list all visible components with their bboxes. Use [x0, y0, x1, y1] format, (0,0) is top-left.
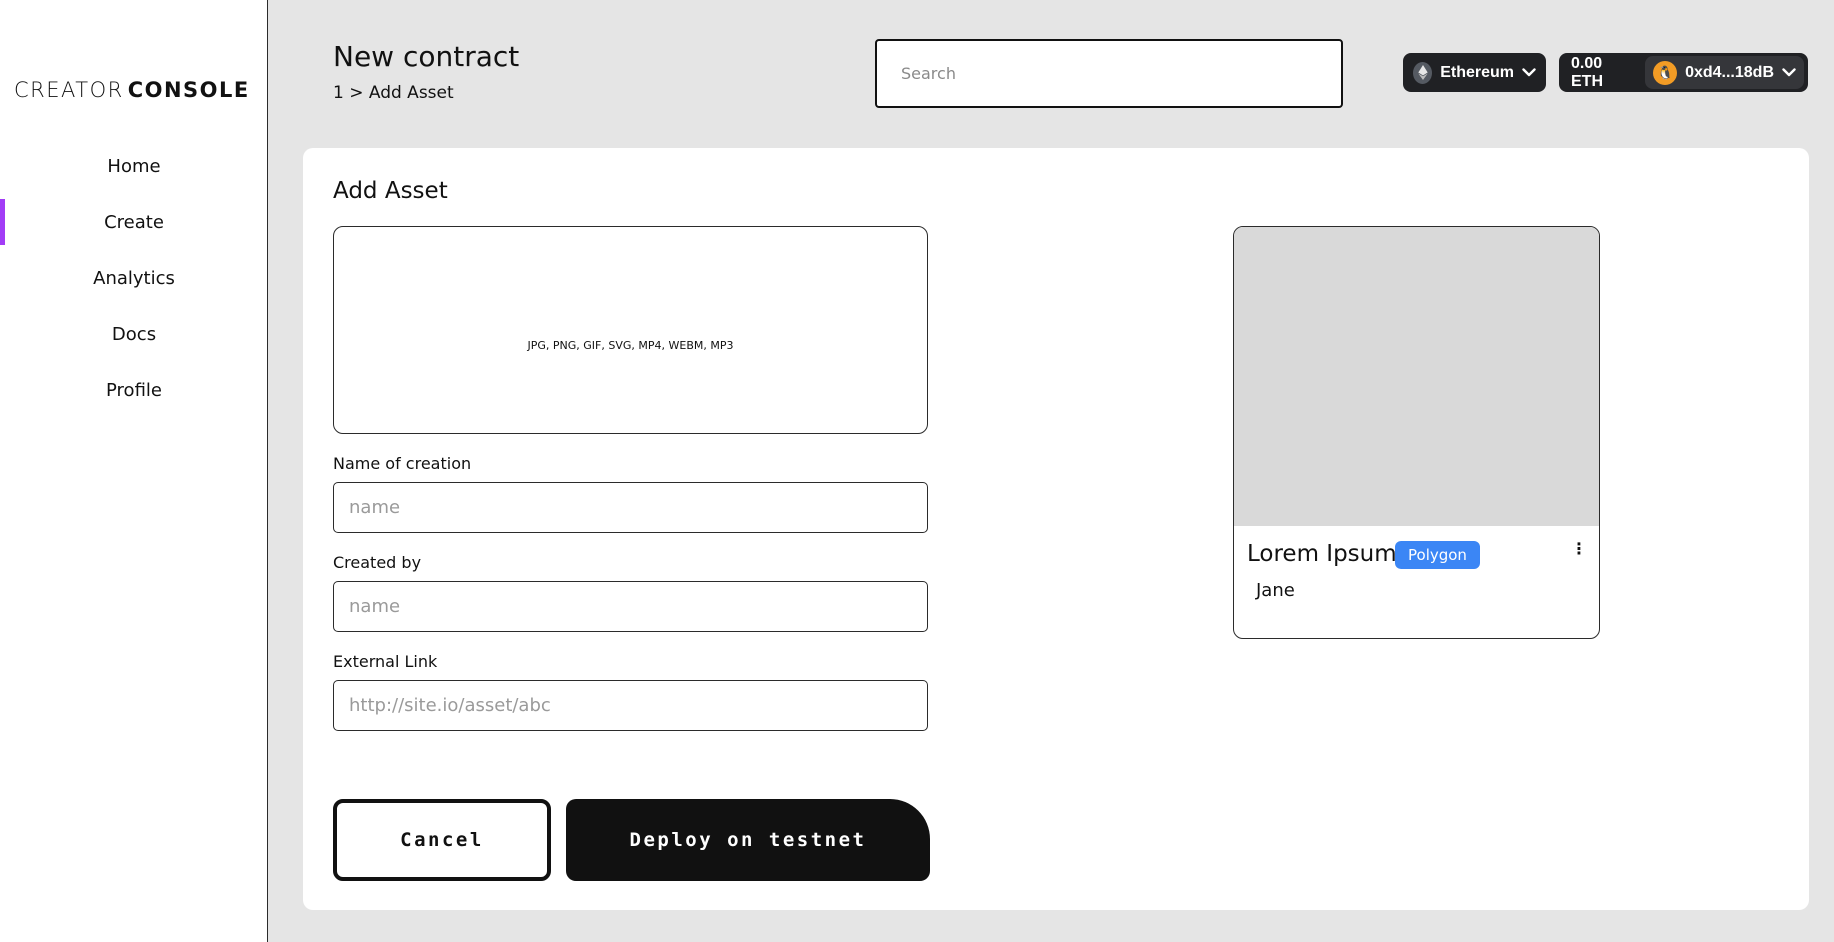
- wallet-chip[interactable]: 0.00 ETH 🐧 0xd4...18dB: [1559, 53, 1808, 92]
- sidebar-item-home[interactable]: Home: [0, 138, 268, 194]
- wallet-balance: 0.00 ETH: [1571, 54, 1603, 90]
- external-link-field: [333, 680, 928, 731]
- created-by-field: [333, 581, 928, 632]
- kebab-menu-icon[interactable]: ⋮: [1571, 539, 1587, 558]
- wallet-address: 0xd4...18dB: [1685, 63, 1774, 81]
- ethereum-icon: [1413, 61, 1433, 84]
- sidebar-nav: Home Create Analytics Docs Profile: [0, 138, 268, 418]
- preview-image-placeholder: [1234, 227, 1599, 526]
- preview-title: Lorem Ipsum: [1247, 541, 1397, 567]
- name-of-creation-label: Name of creation: [333, 454, 472, 473]
- logo-word-console: CONSOLE: [127, 78, 250, 102]
- logo[interactable]: CREATOR CONSOLE: [14, 78, 250, 102]
- asset-preview-card: Lorem Ipsum Polygon ⋮ Jane: [1233, 226, 1600, 639]
- cancel-button[interactable]: Cancel: [333, 799, 551, 881]
- network-selector[interactable]: Ethereum: [1403, 53, 1546, 92]
- logo-word-creator: CREATOR: [14, 78, 124, 102]
- main-card: Add Asset JPG, PNG, GIF, SVG, MP4, WEBM,…: [303, 148, 1809, 910]
- preview-creator: Jane: [1256, 580, 1295, 601]
- sidebar: CREATOR CONSOLE Home Create Analytics Doc…: [0, 0, 268, 942]
- external-link-label: External Link: [333, 652, 438, 671]
- sidebar-item-label: Analytics: [93, 267, 175, 289]
- file-dropzone[interactable]: JPG, PNG, GIF, SVG, MP4, WEBM, MP3: [333, 226, 928, 434]
- deploy-on-testnet-button[interactable]: Deploy on testnet: [566, 799, 930, 881]
- sidebar-item-create[interactable]: Create: [0, 194, 268, 250]
- external-link-input[interactable]: [334, 681, 927, 730]
- name-of-creation-field: [333, 482, 928, 533]
- sidebar-item-analytics[interactable]: Analytics: [0, 250, 268, 306]
- chevron-down-icon: [1522, 68, 1536, 77]
- dropzone-formats-text: JPG, PNG, GIF, SVG, MP4, WEBM, MP3: [527, 338, 734, 352]
- search-box: [875, 39, 1343, 108]
- chevron-down-icon: [1782, 68, 1796, 77]
- sidebar-item-label: Home: [107, 155, 161, 177]
- created-by-label: Created by: [333, 553, 422, 572]
- search-input[interactable]: [877, 41, 1341, 106]
- sidebar-item-label: Docs: [111, 323, 157, 345]
- breadcrumb[interactable]: 1 > Add Asset: [333, 83, 454, 103]
- network-label: Ethereum: [1440, 63, 1514, 81]
- sidebar-item-profile[interactable]: Profile: [0, 362, 268, 418]
- sidebar-item-docs[interactable]: Docs: [0, 306, 268, 362]
- wallet-account-button[interactable]: 🐧 0xd4...18dB: [1645, 56, 1804, 89]
- sidebar-item-label: Create: [104, 211, 164, 233]
- penguin-avatar-icon: 🐧: [1653, 60, 1678, 85]
- section-title: Add Asset: [333, 178, 448, 204]
- created-by-input[interactable]: [334, 582, 927, 631]
- sidebar-item-label: Profile: [106, 379, 162, 401]
- page-title: New contract: [333, 40, 520, 73]
- name-of-creation-input[interactable]: [334, 483, 927, 532]
- network-badge: Polygon: [1395, 541, 1480, 569]
